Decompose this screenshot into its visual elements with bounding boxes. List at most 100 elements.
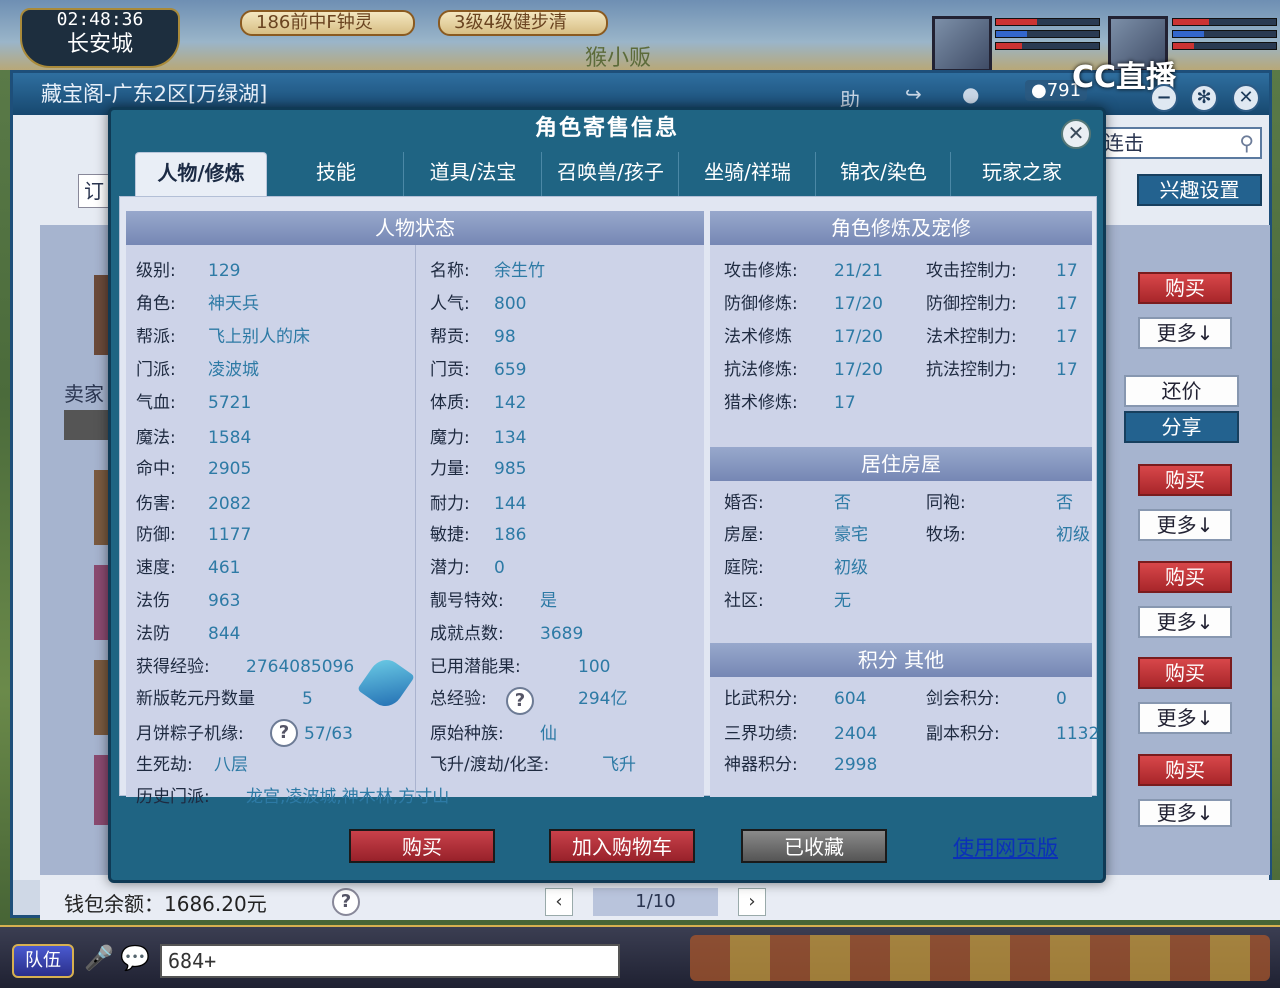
stat-row: 原始种族: 仙 bbox=[422, 718, 722, 751]
stat-row: 防御修炼: 17/20 防御控制力: 17 bbox=[710, 288, 1092, 321]
stat-row: 法术修炼 17/20 法术控制力: 17 bbox=[710, 321, 1092, 354]
stat-label: 魔力: bbox=[430, 428, 470, 448]
tab-items[interactable]: 道具/法宝 bbox=[405, 152, 542, 196]
pet-avatar[interactable] bbox=[932, 16, 992, 72]
order-button[interactable]: 订 bbox=[78, 174, 110, 208]
stat-label: 总经验: bbox=[430, 689, 487, 709]
total-exp-help-icon[interactable]: ? bbox=[506, 687, 534, 715]
stat-label: 成就点数: bbox=[430, 624, 504, 644]
stat-value: 仙 bbox=[540, 724, 557, 744]
stat-row: 门派: 凌波城 bbox=[126, 354, 426, 387]
stat-value: 无 bbox=[834, 591, 851, 611]
mooncake-help-icon[interactable]: ? bbox=[270, 719, 298, 747]
side-more-button-4[interactable]: 更多↓ bbox=[1138, 702, 1232, 734]
search-icon[interactable]: ⚲ bbox=[1239, 129, 1254, 157]
dialog-close-icon[interactable]: ✕ bbox=[1061, 119, 1091, 149]
side-buy-button-4[interactable]: 购买 bbox=[1138, 657, 1232, 689]
stat-row: 庭院: 初级 bbox=[710, 552, 1092, 585]
stat-label: 耐力: bbox=[430, 494, 470, 514]
favorited-button[interactable]: 已收藏 bbox=[741, 829, 887, 863]
cultivation-panel: 角色修炼及宠修 攻击修炼: 21/21 攻击控制力: 17 防御修炼: 17/20 防御控制… bbox=[710, 211, 1099, 797]
stat-label: 抗法修炼: bbox=[724, 360, 798, 380]
stat-row: 飞升/渡劫/化圣: 飞升 bbox=[422, 749, 722, 782]
settings-gear-icon[interactable]: ✻ bbox=[1190, 84, 1218, 112]
window-close-icon[interactable]: ✕ bbox=[1232, 84, 1260, 112]
stat-row: 门贡: 659 bbox=[422, 354, 722, 387]
stat-value: 1584 bbox=[208, 428, 252, 448]
skill-icon-tray[interactable] bbox=[690, 935, 1270, 981]
tab-character[interactable]: 人物/修炼 bbox=[135, 152, 267, 196]
stat-value: 17/20 bbox=[834, 327, 883, 347]
prev-page-button[interactable]: ‹ bbox=[545, 888, 573, 916]
quest-scroll-1[interactable]: 186前中F钟灵 bbox=[240, 10, 415, 36]
add-to-cart-button[interactable]: 加入购物车 bbox=[549, 829, 695, 863]
stat-value-2: 初级 bbox=[1056, 525, 1090, 545]
stat-label: 敏捷: bbox=[430, 525, 470, 545]
stat-value: 294亿 bbox=[578, 689, 628, 709]
interest-settings-button[interactable]: 兴趣设置 bbox=[1137, 174, 1262, 206]
chat-input[interactable]: 684+ bbox=[160, 944, 620, 978]
stat-value: 461 bbox=[208, 558, 241, 578]
side-more-button-5[interactable]: 更多↓ bbox=[1138, 799, 1232, 827]
search-input[interactable]: 连击 ⚲ bbox=[1092, 127, 1262, 159]
stat-label: 靓号特效: bbox=[430, 591, 504, 611]
stat-label: 攻击修炼: bbox=[724, 261, 798, 281]
tab-mounts[interactable]: 坐骑/祥瑞 bbox=[680, 152, 816, 196]
stat-label: 名称: bbox=[430, 261, 470, 281]
stat-label-2: 防御控制力: bbox=[926, 294, 1017, 314]
stat-value-2: 否 bbox=[1056, 493, 1073, 513]
stat-value: 2404 bbox=[834, 724, 878, 744]
tab-skills[interactable]: 技能 bbox=[269, 152, 404, 196]
side-buy-button-5[interactable]: 购买 bbox=[1138, 754, 1232, 786]
share-button[interactable]: 分享 bbox=[1124, 411, 1239, 443]
search-hint: 连击 bbox=[1104, 131, 1144, 155]
stat-value: 142 bbox=[494, 393, 527, 413]
chat-bubble-icon[interactable]: 💬 bbox=[120, 944, 150, 972]
wallet-help-icon[interactable]: ? bbox=[332, 888, 360, 916]
stat-value: 2764085096 bbox=[246, 657, 355, 677]
house-header: 居住房屋 bbox=[710, 447, 1092, 481]
stat-value: 604 bbox=[834, 689, 867, 709]
team-button[interactable]: 队伍 bbox=[12, 944, 74, 978]
stat-row: 魔法: 1584 bbox=[126, 422, 426, 455]
side-buy-button-3[interactable]: 购买 bbox=[1138, 561, 1232, 593]
buy-button[interactable]: 购买 bbox=[349, 829, 495, 863]
city-name: 长安城 bbox=[66, 32, 133, 57]
web-link-text[interactable]: 使用网页版 bbox=[953, 836, 1058, 860]
stat-row: 敏捷: 186 bbox=[422, 519, 722, 552]
stop-icon[interactable]: ● bbox=[962, 82, 979, 106]
stat-label-2: 剑会积分: bbox=[926, 689, 1000, 709]
stat-value: 659 bbox=[494, 360, 527, 380]
stat-row: 比武积分: 604 剑会积分: 0 bbox=[710, 683, 1092, 716]
stat-label: 角色: bbox=[136, 294, 176, 314]
minimize-icon[interactable]: − bbox=[1150, 84, 1178, 112]
stat-value: 134 bbox=[494, 428, 527, 448]
tab-summons[interactable]: 召唤兽/孩子 bbox=[543, 152, 679, 196]
side-more-button-1[interactable]: 更多↓ bbox=[1138, 317, 1232, 349]
stat-row: 婚否: 否 同袍: 否 bbox=[710, 487, 1092, 520]
player-bars bbox=[1172, 18, 1277, 54]
use-web-version-link[interactable]: 使用网页版 bbox=[953, 832, 1058, 862]
chat-icon: ● bbox=[1031, 80, 1047, 101]
tab-home[interactable]: 玩家之家 bbox=[952, 152, 1092, 196]
side-more-button-3[interactable]: 更多↓ bbox=[1138, 606, 1232, 638]
stat-label: 已用潜能果: bbox=[430, 657, 521, 677]
side-more-button-2[interactable]: 更多↓ bbox=[1138, 509, 1232, 541]
stat-label: 三界功绩: bbox=[724, 724, 798, 744]
stat-label: 命中: bbox=[136, 459, 176, 479]
tab-costumes[interactable]: 锦衣/染色 bbox=[817, 152, 951, 196]
quest-scroll-2[interactable]: 3级4级健步清 bbox=[438, 10, 608, 36]
side-buy-button-2[interactable]: 购买 bbox=[1138, 464, 1232, 496]
counter-offer-button[interactable]: 还价 bbox=[1124, 375, 1239, 407]
microphone-icon[interactable]: 🎤 bbox=[84, 944, 114, 972]
side-buy-button-1[interactable]: 购买 bbox=[1138, 272, 1232, 304]
stat-value: 844 bbox=[208, 624, 241, 644]
stat-label: 帮派: bbox=[136, 327, 176, 347]
stat-value: 57/63 bbox=[304, 724, 353, 744]
next-page-button[interactable]: › bbox=[738, 888, 766, 916]
dialog-title: 角色寄售信息 bbox=[534, 116, 679, 141]
status-header: 人物状态 bbox=[126, 211, 704, 245]
stat-label: 体质: bbox=[430, 393, 470, 413]
stat-row: 帮贡: 98 bbox=[422, 321, 722, 354]
share-arrow-icon[interactable]: ↪ bbox=[905, 82, 922, 106]
